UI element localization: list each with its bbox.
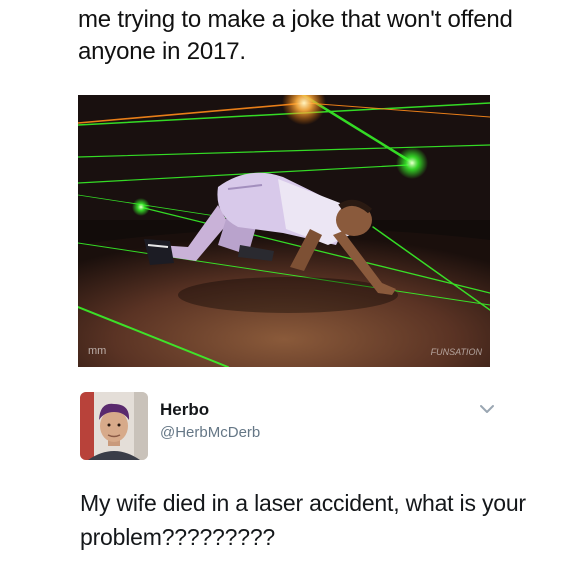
meme-caption: me trying to make a joke that won't offe… <box>78 6 513 65</box>
tweet-text: My wife died in a laser accident, what i… <box>80 490 526 550</box>
display-name[interactable]: Herbo <box>160 400 209 420</box>
photo-watermark: FUNSATION <box>430 347 482 357</box>
user-handle[interactable]: @HerbMcDerb <box>160 424 260 441</box>
laser-maze-photo: mm FUNSATION <box>78 95 490 367</box>
laser-maze-illustration <box>78 95 490 367</box>
tweet-header: Herbo @HerbMcDerb <box>80 392 500 462</box>
avatar[interactable] <box>80 392 148 460</box>
profile-photo-icon <box>80 392 148 460</box>
corner-mark: mm <box>88 345 107 357</box>
chevron-down-icon[interactable] <box>478 402 496 416</box>
